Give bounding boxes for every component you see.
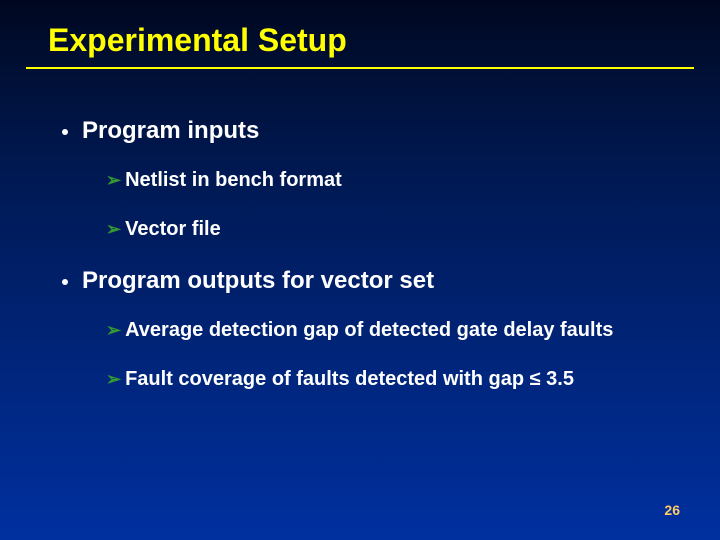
page-number: 26 <box>664 502 680 518</box>
arrow-bullet-icon: ➢ <box>106 318 121 342</box>
bullet-level2: ➢ Vector file <box>106 216 698 243</box>
bullet-level1: Program inputs <box>62 117 698 145</box>
sublist: ➢ Netlist in bench format ➢ Vector file <box>62 167 698 243</box>
bullet-level2: ➢ Average detection gap of detected gate… <box>106 317 698 344</box>
level2-text: Fault coverage of faults detected with g… <box>125 366 574 393</box>
level2-text: Average detection gap of detected gate d… <box>125 317 613 344</box>
arrow-bullet-icon: ➢ <box>106 217 121 241</box>
bullet-level2: ➢ Netlist in bench format <box>106 167 698 194</box>
sublist: ➢ Average detection gap of detected gate… <box>62 317 698 393</box>
arrow-bullet-icon: ➢ <box>106 168 121 192</box>
level2-text: Netlist in bench format <box>125 167 342 194</box>
arrow-bullet-icon: ➢ <box>106 367 121 391</box>
level1-text: Program inputs <box>82 117 259 145</box>
disc-bullet-icon <box>62 129 68 135</box>
disc-bullet-icon <box>62 279 68 285</box>
level2-text: Vector file <box>125 216 221 243</box>
bullet-level2: ➢ Fault coverage of faults detected with… <box>106 366 698 393</box>
slide-title: Experimental Setup <box>0 0 720 67</box>
bullet-level1: Program outputs for vector set <box>62 267 698 295</box>
level1-text: Program outputs for vector set <box>82 267 434 295</box>
slide-content: Program inputs ➢ Netlist in bench format… <box>0 69 720 393</box>
